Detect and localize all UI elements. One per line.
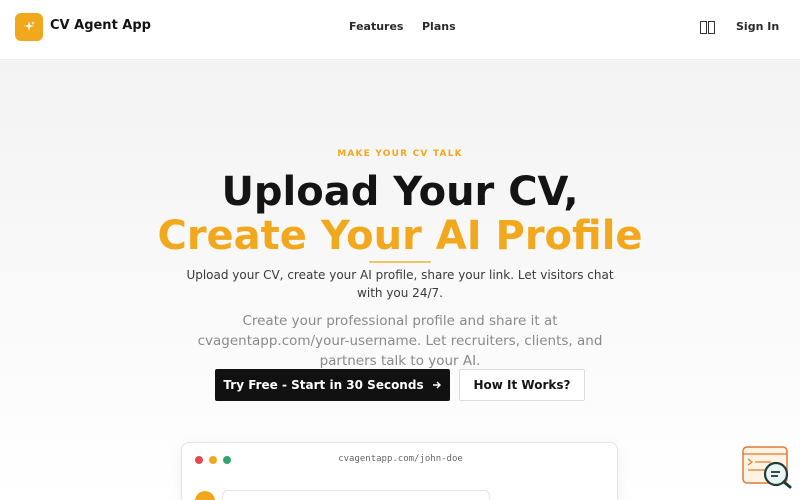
hero-description: Create your professional profile and sha… — [197, 313, 603, 369]
chat-avatar — [195, 491, 215, 500]
hero-eyebrow: MAKE YOUR CV TALK — [337, 149, 463, 159]
brand-name[interactable]: CV Agent App — [50, 18, 151, 33]
language-icon[interactable] — [700, 21, 715, 34]
title-underline — [369, 261, 431, 263]
hero-subtitle: Upload your CV, create your AI profile, … — [186, 268, 614, 300]
top-navbar: CV Agent App Features Plans Sign In — [0, 0, 800, 60]
try-free-button[interactable]: Try Free - Start in 30 Seconds — [215, 369, 450, 401]
sign-in-link[interactable]: Sign In — [736, 20, 779, 33]
hero-title-line1: Upload Your CV, — [221, 169, 579, 215]
sparkle-logo-icon[interactable] — [15, 13, 43, 41]
hero-title-line2: Create Your AI Profile — [157, 213, 643, 259]
nav-plans[interactable]: Plans — [422, 20, 456, 33]
browser-preview: cvagentapp.com/john-doe — [181, 442, 618, 500]
how-it-works-button[interactable]: How It Works? — [459, 369, 585, 401]
nav-features[interactable]: Features — [349, 20, 403, 33]
chat-message-bubble — [222, 490, 490, 500]
chat-search-icon[interactable] — [741, 445, 793, 489]
preview-url: cvagentapp.com/john-doe — [338, 454, 463, 464]
try-free-label: Try Free - Start in 30 Seconds — [223, 378, 424, 392]
arrow-right-icon — [432, 381, 441, 389]
